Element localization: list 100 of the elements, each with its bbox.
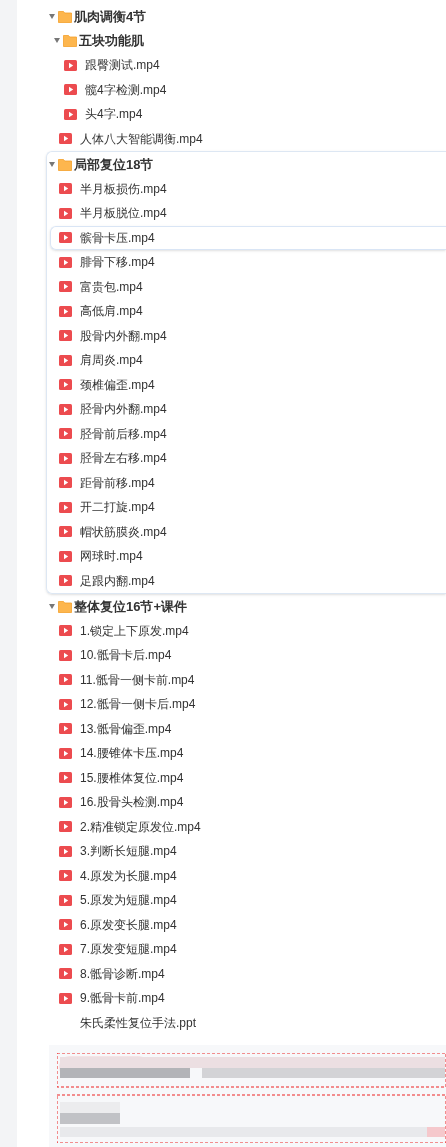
video-icon: [64, 108, 77, 120]
video-icon: [59, 232, 72, 244]
file-row[interactable]: 头4字.mp4: [20, 102, 446, 127]
video-icon: [59, 550, 72, 562]
video-icon: [59, 649, 72, 661]
file-row[interactable]: 足跟内翻.mp4: [50, 568, 446, 593]
video-icon: [59, 501, 72, 513]
file-row[interactable]: 15.腰椎体复位.mp4: [20, 765, 446, 790]
file-row[interactable]: 14.腰锥体卡压.mp4: [20, 741, 446, 766]
file-row[interactable]: 富贵包.mp4: [50, 274, 446, 299]
file-row[interactable]: 2.精准锁定原发位.mp4: [20, 814, 446, 839]
file-row[interactable]: 朱氏柔性复位手法.ppt: [20, 1010, 446, 1035]
video-icon: [59, 133, 72, 145]
file-row[interactable]: 高低肩.mp4: [50, 299, 446, 324]
video-icon: [59, 281, 72, 293]
video-icon: [59, 894, 72, 906]
file-name: 10.骶骨卡后.mp4: [80, 647, 172, 665]
video-icon: [64, 59, 77, 71]
file-row[interactable]: 半月板脱位.mp4: [50, 201, 446, 226]
file-name: 网球时.mp4: [80, 548, 143, 566]
video-icon: [59, 992, 72, 1004]
file-row[interactable]: 10.骶骨卡后.mp4: [20, 643, 446, 668]
video-icon: [59, 526, 72, 538]
file-row[interactable]: 肩周炎.mp4: [50, 348, 446, 373]
video-icon: [59, 354, 72, 366]
file-name: 跟臀测试.mp4: [85, 57, 160, 75]
folder-icon: [58, 157, 72, 171]
folder-name[interactable]: 局部复位18节: [74, 154, 154, 174]
file-name: 11.骶骨一侧卡前.mp4: [80, 671, 195, 689]
file-row[interactable]: 6.原发变长腿.mp4: [20, 912, 446, 937]
file-row[interactable]: 1.锁定上下原发.mp4: [20, 618, 446, 643]
folder-name[interactable]: 肌肉调衡4节: [74, 6, 147, 26]
file-row[interactable]: 胫骨前后移.mp4: [50, 421, 446, 446]
file-row[interactable]: 半月板损伤.mp4: [50, 176, 446, 201]
file-name: 8.骶骨诊断.mp4: [80, 965, 165, 983]
file-name: 14.腰锥体卡压.mp4: [80, 745, 184, 763]
video-icon: [59, 183, 72, 195]
video-icon: [64, 84, 77, 96]
file-name: 胫骨左右移.mp4: [80, 450, 167, 468]
file-row[interactable]: 4.原发为长腿.mp4: [20, 863, 446, 888]
video-icon: [59, 330, 72, 342]
file-row[interactable]: 帽状筋膜炎.mp4: [50, 519, 446, 544]
video-icon: [59, 477, 72, 489]
file-name: 人体八大智能调衡.mp4: [80, 130, 203, 148]
file-name: 6.原发变长腿.mp4: [80, 916, 177, 934]
file-name: 2.精准锁定原发位.mp4: [80, 818, 201, 836]
file-row[interactable]: 距骨前移.mp4: [50, 470, 446, 495]
file-name: 4.原发为长腿.mp4: [80, 867, 177, 885]
file-row[interactable]: 髋4字检测.mp4: [20, 77, 446, 102]
file-name: 富贵包.mp4: [80, 278, 143, 296]
file-name: 帽状筋膜炎.mp4: [80, 523, 167, 541]
file-row[interactable]: 8.骶骨诊断.mp4: [20, 961, 446, 986]
file-name: 足跟内翻.mp4: [80, 572, 155, 590]
video-icon: [59, 772, 72, 784]
file-name: 髋4字检测.mp4: [85, 81, 167, 99]
file-name: 7.原发变短腿.mp4: [80, 941, 177, 959]
video-icon: [59, 379, 72, 391]
folder-icon: [63, 34, 77, 48]
file-row[interactable]: 11.骶骨一侧卡前.mp4: [20, 667, 446, 692]
file-row[interactable]: 5.原发为短腿.mp4: [20, 888, 446, 913]
file-row[interactable]: 跟臀测试.mp4: [20, 53, 446, 78]
file-name: 5.原发为短腿.mp4: [80, 892, 177, 910]
file-row[interactable]: 股骨内外翻.mp4: [50, 323, 446, 348]
video-icon: [59, 796, 72, 808]
file-name: 半月板损伤.mp4: [80, 180, 167, 198]
video-icon: [59, 870, 72, 882]
file-row[interactable]: 12.骶骨一侧卡后.mp4: [20, 692, 446, 717]
file-name: 16.股骨头检测.mp4: [80, 794, 184, 812]
folder-name[interactable]: 五块功能肌: [79, 31, 144, 51]
file-row[interactable]: 13.骶骨偏歪.mp4: [20, 716, 446, 741]
file-row[interactable]: 9.骶骨卡前.mp4: [20, 986, 446, 1011]
video-icon: [59, 723, 72, 735]
file-row[interactable]: 网球时.mp4: [50, 544, 446, 569]
file-row[interactable]: 胫骨左右移.mp4: [50, 446, 446, 471]
file-row[interactable]: 腓骨下移.mp4: [50, 250, 446, 275]
folder-icon: [58, 599, 72, 613]
file-name: 肩周炎.mp4: [80, 352, 143, 370]
video-icon: [59, 919, 72, 931]
video-icon: [59, 575, 72, 587]
video-icon: [59, 403, 72, 415]
file-name: 开二打旋.mp4: [80, 499, 155, 517]
video-icon: [59, 305, 72, 317]
video-icon: [59, 256, 72, 268]
file-row[interactable]: 髌骨卡压.mp4: [50, 225, 446, 250]
file-name: 距骨前移.mp4: [80, 474, 155, 492]
file-name: 半月板脱位.mp4: [80, 205, 167, 223]
folder-name[interactable]: 整体复位16节+课件: [74, 596, 188, 616]
file-row[interactable]: 3.判断长短腿.mp4: [20, 839, 446, 864]
file-name: 3.判断长短腿.mp4: [80, 843, 177, 861]
video-icon: [59, 821, 72, 833]
file-row[interactable]: 7.原发变短腿.mp4: [20, 937, 446, 962]
file-row[interactable]: 颈椎偏歪.mp4: [50, 372, 446, 397]
file-row[interactable]: 人体八大智能调衡.mp4: [20, 126, 446, 151]
file-row[interactable]: 开二打旋.mp4: [50, 495, 446, 520]
file-name: 朱氏柔性复位手法.ppt: [80, 1014, 196, 1032]
file-name: 颈椎偏歪.mp4: [80, 376, 155, 394]
file-row[interactable]: 胫骨内外翻.mp4: [50, 397, 446, 422]
file-row[interactable]: 16.股骨头检测.mp4: [20, 790, 446, 815]
file-name: 13.骶骨偏歪.mp4: [80, 720, 172, 738]
video-icon: [59, 698, 72, 710]
